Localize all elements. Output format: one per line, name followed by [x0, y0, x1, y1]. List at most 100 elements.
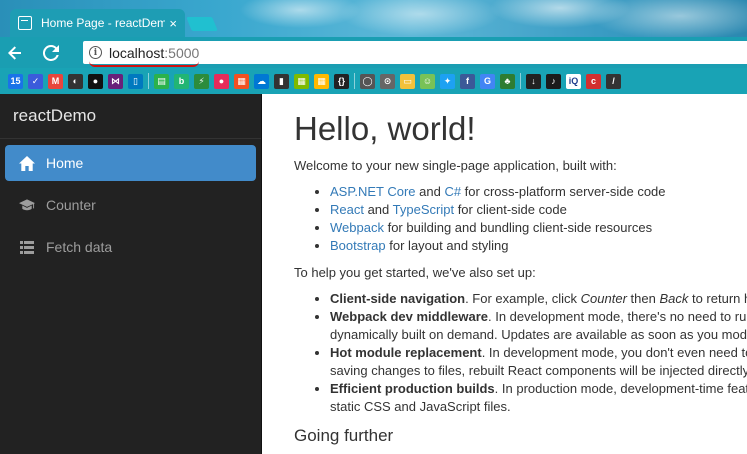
feature-title: Webpack dev middleware — [330, 309, 488, 324]
url-host: localhost — [109, 44, 165, 61]
checkmark-mail-icon[interactable]: ✓ — [28, 73, 43, 89]
feature-text: . For example, click — [465, 291, 581, 306]
bitly-icon[interactable]: b — [174, 73, 189, 89]
sidebar: reactDemo Home Counter Fetch data — [0, 94, 262, 454]
tree-icon[interactable]: ♣ — [500, 73, 515, 89]
reload-icon — [43, 44, 59, 61]
feather-icon[interactable]: ⚡ — [194, 73, 209, 89]
back-button[interactable] — [4, 42, 26, 64]
browser-tabstrip: Home Page - reactDemo × — [0, 0, 747, 37]
page-icon — [18, 16, 32, 30]
bookmarks-bar: 15 ✓ M ◐ ● ⋈ ▯ ▤ b ⚡ ● ▦ ☁ ▮ ▦ ▦ {} ◯ ⊙ ▭ ☺ ✦ f G ♣ ↓ ♪ iQ c / — [0, 68, 747, 94]
feature-text: static CSS and JavaScript files. — [330, 399, 511, 414]
aspnet-core-link[interactable]: ASP.NET Core — [330, 184, 416, 199]
list-text: for cross-platform server-side code — [461, 184, 666, 199]
features-list: Client-side navigation. For example, cli… — [294, 290, 747, 416]
bookmark-separator — [148, 73, 149, 89]
typescript-link[interactable]: TypeScript — [393, 202, 454, 217]
feature-title: Hot module replacement — [330, 345, 482, 360]
bootstrap-link[interactable]: Bootstrap — [330, 238, 386, 253]
sidebar-item-label: Home — [46, 155, 84, 171]
search-icon[interactable]: ⊙ — [380, 73, 395, 89]
url-port: :5000 — [164, 44, 200, 61]
graduation-cap-icon — [19, 197, 35, 213]
windows-icon[interactable]: ▦ — [234, 73, 249, 89]
youtube-music-icon[interactable]: ● — [214, 73, 229, 89]
address-bar[interactable]: i localhost:5000 — [83, 41, 747, 67]
list-text: for layout and styling — [385, 238, 509, 253]
translate-icon[interactable]: G — [480, 73, 495, 89]
sidebar-nav: Home Counter Fetch data — [0, 139, 261, 265]
stats-icon[interactable]: ▮ — [274, 73, 289, 89]
notes-icon[interactable]: ▭ — [400, 73, 415, 89]
sidebar-item-label: Counter — [46, 197, 96, 213]
red-annotation-underline — [89, 61, 199, 67]
browser-icon[interactable]: ◯ — [360, 73, 375, 89]
info-icon[interactable]: i — [89, 46, 102, 59]
page-title: Hello, world! — [294, 110, 476, 147]
trello-icon[interactable]: ▯ — [128, 73, 143, 89]
feature-text: saving changes to files, rebuilt React c… — [330, 363, 747, 378]
feature-text: then — [626, 291, 660, 306]
built-with-list: ASP.NET Core and C# for cross-platform s… — [294, 183, 747, 255]
gmail-icon[interactable]: M — [48, 73, 63, 89]
intro-text: Welcome to your new single-page applicat… — [294, 158, 617, 173]
feature-title: Client-side navigation — [330, 291, 466, 306]
navbar-brand[interactable]: reactDemo — [0, 94, 261, 139]
android-icon[interactable]: ☺ — [420, 73, 435, 89]
list-icon — [19, 239, 35, 255]
feature-title: Efficient production builds — [330, 381, 495, 396]
webpack-link[interactable]: Webpack — [330, 220, 384, 235]
list-item: Client-side navigation. For example, cli… — [330, 290, 747, 308]
visual-studio-icon[interactable]: ⋈ — [108, 73, 123, 89]
json-icon[interactable]: {} — [334, 73, 349, 89]
c-icon[interactable]: c — [586, 73, 601, 89]
office-icon[interactable]: ▦ — [314, 73, 329, 89]
list-item: Webpack dev middleware. In development m… — [330, 308, 747, 344]
setup-intro-text: To help you get started, we've also set … — [294, 265, 536, 280]
list-text: for client-side code — [454, 202, 567, 217]
feedly-icon[interactable]: ▤ — [154, 73, 169, 89]
list-item: ASP.NET Core and C# for cross-platform s… — [330, 183, 747, 201]
list-text: and — [415, 184, 445, 199]
browser-tab-active[interactable]: Home Page - reactDemo × — [10, 9, 185, 37]
pocket-icon[interactable]: ◐ — [68, 73, 83, 89]
calendar-icon[interactable]: 15 — [8, 73, 23, 89]
home-icon — [19, 155, 35, 171]
tab-close-icon[interactable]: × — [169, 16, 177, 31]
reload-button[interactable] — [40, 42, 62, 64]
feature-text: . In development mode, you don't even ne… — [481, 345, 747, 360]
new-tab-button[interactable] — [186, 17, 218, 31]
microsoft-icon[interactable]: ▦ — [294, 73, 309, 89]
feature-italic: Back — [659, 291, 689, 306]
csharp-link[interactable]: C# — [444, 184, 461, 199]
list-item: React and TypeScript for client-side cod… — [330, 201, 747, 219]
list-item: Efficient production builds. In producti… — [330, 380, 747, 416]
browser-toolbar: i localhost:5000 — [0, 37, 747, 68]
tab-title: Home Page - reactDemo — [41, 16, 166, 30]
bookmark-separator — [354, 73, 355, 89]
chart-icon[interactable]: ♪ — [546, 73, 561, 89]
feature-text: . In production mode, development-time f… — [494, 381, 747, 396]
sidebar-item-label: Fetch data — [46, 239, 113, 255]
feature-text: dynamically built on demand. Updates are… — [330, 327, 747, 342]
react-link[interactable]: React — [330, 202, 364, 217]
feature-italic: Counter — [580, 291, 627, 306]
sidebar-item-counter[interactable]: Counter — [5, 187, 256, 223]
facebook-icon[interactable]: f — [460, 73, 475, 89]
twitter-icon[interactable]: ✦ — [440, 73, 455, 89]
bookmark-separator — [520, 73, 521, 89]
going-further-heading: Going further — [294, 426, 394, 445]
github-icon[interactable]: ● — [88, 73, 103, 89]
sidebar-item-home[interactable]: Home — [5, 145, 256, 181]
list-text: for building and bundling client-side re… — [383, 220, 653, 235]
list-item: Hot module replacement. In development m… — [330, 344, 747, 380]
cloud-icon[interactable]: ☁ — [254, 73, 269, 89]
infoq-icon[interactable]: iQ — [566, 73, 581, 89]
download-icon[interactable]: ↓ — [526, 73, 541, 89]
list-item: Bootstrap for layout and styling — [330, 237, 747, 255]
bolt-icon[interactable]: / — [606, 73, 621, 89]
sidebar-item-fetch-data[interactable]: Fetch data — [5, 229, 256, 265]
feature-text: to return here. — [691, 291, 747, 306]
list-item: Webpack for building and bundling client… — [330, 219, 747, 237]
